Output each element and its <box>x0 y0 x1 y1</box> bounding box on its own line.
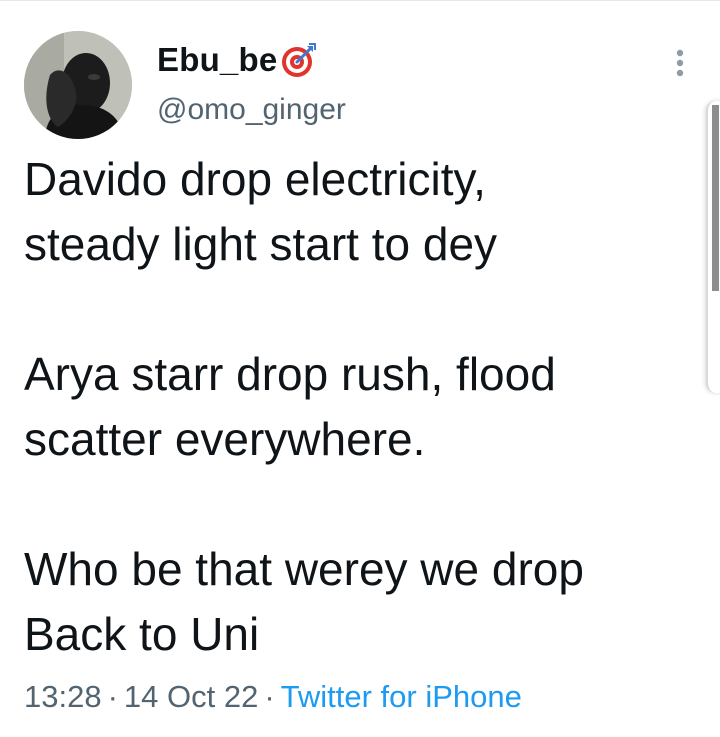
edge-panel-bar <box>712 105 719 291</box>
tweet-line <box>24 277 704 342</box>
direct-hit-emoji-icon <box>279 40 319 80</box>
tweet-card: Ebu_be @omo_ginger Davido drop electrici… <box>0 0 720 737</box>
tweet-line: Davido drop electricity, <box>24 153 486 205</box>
meta-separator: · <box>264 679 275 714</box>
tweet-line: Who be that werey we drop <box>24 543 584 595</box>
edge-panel-handle[interactable] <box>706 101 720 393</box>
tweet-line <box>24 472 704 537</box>
tweet-meta: 13:28 · 14 Oct 22 · Twitter for iPhone <box>24 679 522 715</box>
tweet-line: steady light start to dey <box>24 218 498 270</box>
meta-separator: · <box>107 679 118 714</box>
tweet-source-link[interactable]: Twitter for iPhone <box>281 679 522 714</box>
more-vertical-icon[interactable] <box>664 45 696 85</box>
user-handle[interactable]: @omo_ginger <box>157 93 346 127</box>
tweet-line: Back to Uni <box>24 608 260 660</box>
avatar[interactable] <box>24 31 132 139</box>
tweet-time[interactable]: 13:28 <box>24 679 102 714</box>
tweet-text: Davido drop electricity, steady light st… <box>24 147 704 667</box>
avatar-photo <box>24 31 132 139</box>
display-name[interactable]: Ebu_be <box>157 40 319 80</box>
tweet-date[interactable]: 14 Oct 22 <box>124 679 258 714</box>
tweet-line: scatter everywhere. <box>24 413 426 465</box>
tweet-line: Arya starr drop rush, flood <box>24 348 556 400</box>
display-name-text: Ebu_be <box>157 41 278 78</box>
